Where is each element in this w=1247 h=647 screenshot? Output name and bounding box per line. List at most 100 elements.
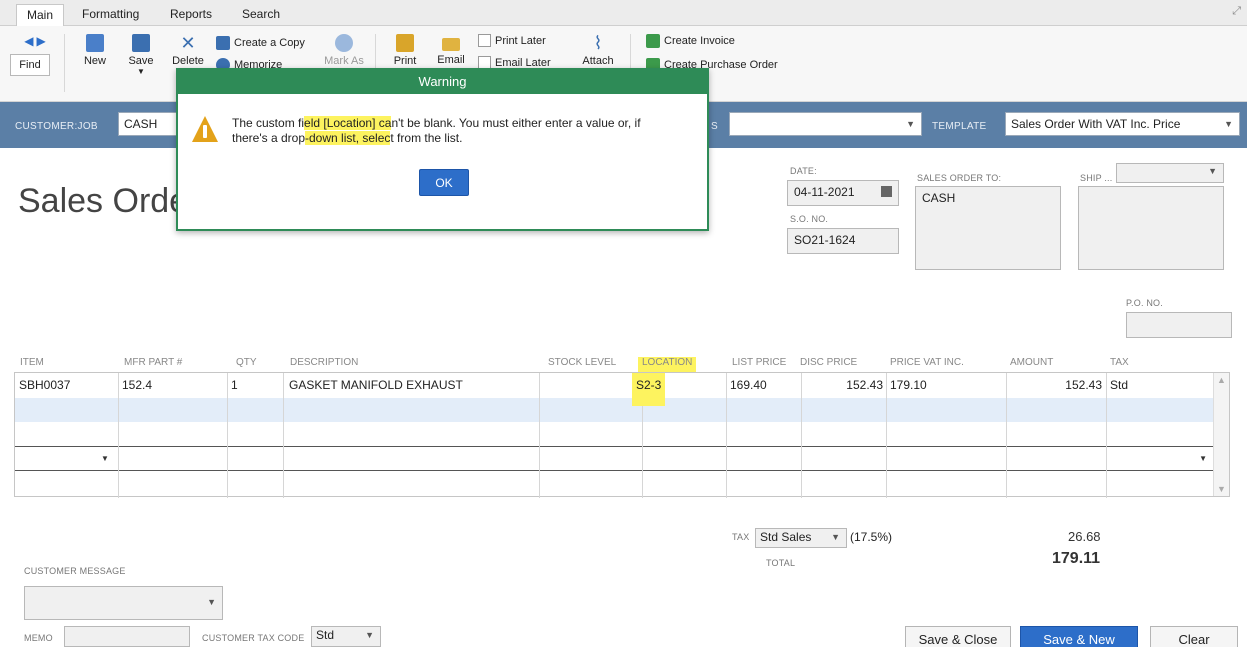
email-button[interactable]: Email	[434, 34, 468, 66]
cell-item[interactable]: SBH0037	[15, 373, 74, 397]
tab-main[interactable]: Main	[16, 4, 65, 26]
cell-tax[interactable]: Std	[1106, 373, 1132, 397]
cell-description[interactable]: GASKET MANIFOLD EXHAUST	[285, 373, 467, 397]
save-label: Save	[128, 55, 154, 67]
back-arrow-icon[interactable]: ◀	[24, 34, 33, 48]
customer-tax-code-select[interactable]: Std ▼	[311, 626, 381, 647]
customer-job-select[interactable]: CASH	[118, 112, 178, 136]
create-invoice-label: Create Invoice	[664, 35, 735, 47]
tax-code-select[interactable]: Std Sales ▼	[755, 528, 847, 548]
checkmark-circle-icon	[335, 34, 353, 52]
chevron-down-icon[interactable]: ▼	[1208, 166, 1217, 176]
tab-reports[interactable]: Reports	[160, 4, 222, 26]
ok-button[interactable]: OK	[419, 169, 469, 196]
col-disc-price[interactable]: DISC PRICE	[800, 357, 857, 368]
class-label: S	[711, 121, 718, 132]
nav-arrows[interactable]: ◀ ▶	[18, 34, 52, 48]
scroll-up-icon[interactable]: ▲	[1217, 375, 1226, 385]
col-qty[interactable]: QTY	[236, 357, 257, 368]
chevron-down-icon[interactable]: ▼	[906, 113, 915, 135]
chevron-down-icon[interactable]: ▼	[1199, 454, 1207, 463]
chevron-down-icon[interactable]: ▼	[365, 630, 374, 640]
so-no-field[interactable]: SO21-1624	[787, 228, 899, 254]
col-description[interactable]: DESCRIPTION	[290, 357, 358, 368]
dialog-text: there's a drop	[232, 131, 306, 145]
delete-x-icon: ✕	[180, 33, 196, 53]
po-no-field[interactable]	[1126, 312, 1232, 338]
table-row-edit[interactable]: ▼ ▼	[15, 446, 1215, 471]
ship-to-field[interactable]	[1078, 186, 1224, 270]
dialog-message: The custom field [Location] can't be bla…	[232, 116, 692, 146]
calendar-icon[interactable]	[881, 186, 892, 197]
tab-formatting[interactable]: Formatting	[72, 4, 149, 26]
save-new-button[interactable]: Save & New	[1020, 626, 1138, 647]
new-button[interactable]: New	[78, 34, 112, 67]
create-invoice-button[interactable]: Create Invoice	[646, 34, 735, 48]
table-row[interactable]	[15, 398, 1215, 422]
attach-button[interactable]: ⌇ Attach	[578, 34, 618, 67]
tab-search[interactable]: Search	[232, 4, 290, 26]
ship-label: SHIP ...	[1080, 173, 1113, 183]
checkbox-icon[interactable]	[478, 34, 491, 47]
delete-button[interactable]: ✕ Delete	[170, 34, 206, 67]
col-amount[interactable]: AMOUNT	[1010, 357, 1053, 368]
sales-order-to-field[interactable]: CASH	[915, 186, 1061, 270]
find-button[interactable]: Find	[10, 54, 50, 76]
template-select[interactable]: Sales Order With VAT Inc. Price ▼	[1005, 112, 1240, 136]
cell-amount[interactable]: 152.43	[1006, 373, 1106, 397]
col-mfr-part[interactable]: MFR PART #	[124, 357, 182, 368]
date-value: 04-11-2021	[794, 185, 855, 199]
mark-as-label: Mark As	[324, 55, 364, 67]
chevron-down-icon[interactable]: ▼	[1224, 113, 1233, 135]
save-button[interactable]: Save ▼	[124, 34, 158, 76]
dialog-text-highlight: -down list, selec	[305, 131, 391, 145]
col-tax[interactable]: TAX	[1110, 357, 1129, 368]
ship-to-select[interactable]: ▼	[1116, 163, 1224, 183]
col-price-vat-inc[interactable]: PRICE VAT INC.	[890, 357, 964, 368]
memo-field[interactable]	[64, 626, 190, 647]
cell-qty[interactable]: 1	[227, 373, 242, 397]
cell-disc-price[interactable]: 152.43	[801, 373, 887, 397]
page-title: Sales Order	[18, 182, 200, 220]
cell-price-vat-inc[interactable]: 179.10	[886, 373, 931, 397]
cell-location[interactable]: S2-3	[632, 373, 666, 406]
tab-bar: Main Formatting Reports Search ⤢	[0, 0, 1247, 26]
chevron-down-icon[interactable]: ▼	[207, 597, 216, 607]
scroll-down-icon[interactable]: ▼	[1217, 484, 1226, 494]
class-select[interactable]: ▼	[729, 112, 922, 136]
toolbar-divider	[64, 34, 65, 92]
resize-icon[interactable]: ⤢	[1232, 5, 1241, 18]
mark-as-button[interactable]: Mark As	[324, 34, 364, 67]
save-close-button[interactable]: Save & Close	[905, 626, 1011, 647]
date-field[interactable]: 04-11-2021	[787, 180, 899, 206]
table-row[interactable]: SBH0037 152.4 1 GASKET MANIFOLD EXHAUST …	[15, 373, 1215, 406]
print-button[interactable]: Print	[388, 34, 422, 67]
total-value: 179.11	[1052, 550, 1101, 567]
print-label: Print	[393, 55, 417, 67]
create-copy-label: Create a Copy	[234, 37, 305, 49]
template-label: TEMPLATE	[932, 121, 987, 132]
vertical-scrollbar[interactable]: ▲ ▼	[1213, 373, 1229, 496]
print-later-checkbox[interactable]: Print Later	[478, 34, 546, 47]
clear-button[interactable]: Clear	[1150, 626, 1238, 647]
col-list-price[interactable]: LIST PRICE	[732, 357, 786, 368]
col-item[interactable]: ITEM	[20, 357, 44, 368]
cell-stock-level[interactable]	[539, 373, 547, 397]
customer-message-select[interactable]: ▼	[24, 586, 223, 620]
cell-list-price[interactable]: 169.40	[726, 373, 771, 397]
cell-mfr-part[interactable]: 152.4	[118, 373, 156, 397]
chevron-down-icon[interactable]: ▼	[124, 67, 158, 76]
tax-amount: 26.68	[1068, 529, 1101, 544]
so-no-label: S.O. NO.	[790, 214, 829, 224]
date-label: DATE:	[790, 166, 817, 176]
new-label: New	[83, 55, 106, 67]
chevron-down-icon[interactable]: ▼	[101, 454, 109, 463]
customer-tax-code-label: CUSTOMER TAX CODE	[202, 633, 305, 643]
create-copy-button[interactable]: Create a Copy	[216, 36, 305, 50]
dialog-title: Warning	[178, 70, 707, 94]
tax-code-value: Std Sales	[760, 530, 812, 544]
chevron-down-icon[interactable]: ▼	[831, 532, 840, 542]
customer-message-label: CUSTOMER MESSAGE	[24, 566, 126, 576]
col-stock-level[interactable]: STOCK LEVEL	[548, 357, 616, 368]
forward-arrow-icon[interactable]: ▶	[37, 34, 46, 48]
